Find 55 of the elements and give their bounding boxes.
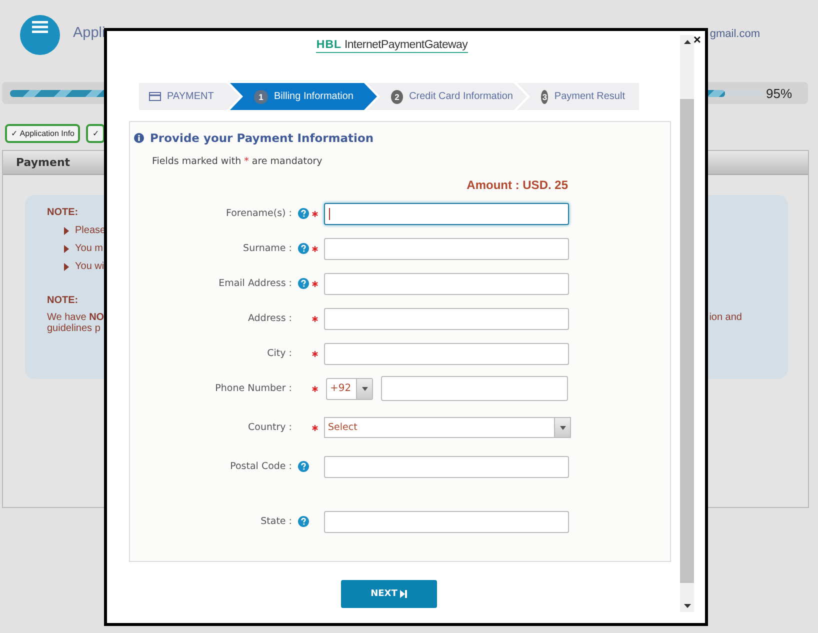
field-label: Postal Code : (230, 461, 292, 472)
step-tab[interactable]: ✓ Application Info (5, 124, 80, 143)
info-icon (134, 133, 144, 143)
field-label: City : (267, 348, 292, 359)
user-email: gmail.com (710, 28, 760, 40)
scrollbar[interactable] (680, 35, 694, 612)
panel-title: Payment (16, 156, 70, 169)
scroll-up-icon (684, 40, 690, 44)
note-text: We have NO (47, 312, 104, 323)
field-label: Forename(s) : (226, 208, 292, 219)
note-text: ion and (709, 312, 742, 323)
form-title: Provide your Payment Information (150, 131, 374, 145)
menu-icon (32, 20, 48, 32)
card-icon (149, 92, 161, 101)
note-text: guidelines p (47, 323, 100, 334)
bullet-icon (64, 262, 69, 270)
dial-code-dropdown[interactable]: +92 (326, 378, 373, 400)
close-button[interactable]: × (693, 34, 701, 46)
bullet-icon (64, 226, 69, 234)
note-heading: NOTE: (47, 207, 78, 218)
field-label: Country : (248, 422, 292, 433)
step-tab[interactable]: 3 Payment Result (517, 83, 639, 110)
skip-icon (400, 590, 408, 598)
mandatory-note: Fields marked with * are mandatory (152, 156, 324, 167)
field-label: State : (260, 516, 292, 527)
input-field[interactable] (324, 510, 569, 532)
field-label: Phone Number : (215, 383, 292, 394)
caret-icon (362, 386, 368, 390)
note-text: Please (75, 225, 106, 236)
field-label: Email Address : (218, 278, 292, 289)
input-field[interactable] (324, 308, 569, 330)
note-text: You wi (75, 261, 104, 272)
input-field[interactable] (324, 272, 569, 294)
step-tab[interactable]: 1 Billing Information (230, 83, 377, 110)
input-field[interactable] (324, 342, 569, 364)
input-field[interactable] (324, 238, 569, 260)
gateway-logo: HBL InternetPaymentGateway (316, 39, 468, 53)
input-field[interactable] (381, 376, 568, 401)
note-heading: NOTE: (47, 295, 78, 306)
scroll-down-icon (684, 604, 690, 608)
note-text: You m (75, 243, 103, 254)
field-label: Surname : (243, 243, 292, 254)
input-field[interactable] (324, 202, 569, 224)
amount-text: Amount : USD. 25 (466, 178, 568, 192)
progress-percentage: 95% (766, 86, 792, 100)
step-tab[interactable]: ✓ (86, 124, 106, 143)
country-dropdown[interactable]: Select (324, 417, 571, 438)
input-field[interactable] (324, 456, 569, 478)
caret-icon (560, 426, 566, 430)
step-tab[interactable]: 2 Credit Card Information (367, 83, 527, 110)
bullet-icon (64, 244, 69, 252)
field-label: Address : (248, 313, 292, 324)
menu-button[interactable] (20, 14, 60, 54)
next-button[interactable]: NEXT (341, 580, 437, 608)
step-tab[interactable]: PAYMENT (139, 83, 240, 110)
